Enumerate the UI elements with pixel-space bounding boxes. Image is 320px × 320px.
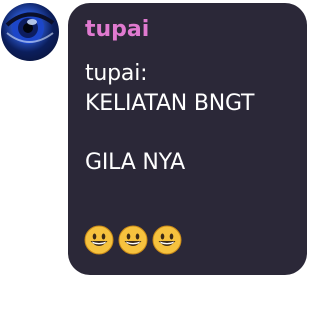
avatar-eye-image xyxy=(5,12,55,44)
message-bubble: tupai tupai: KELIATAN BNGT GILA NYA xyxy=(68,3,307,275)
message-text: tupai: KELIATAN BNGT GILA NYA xyxy=(85,59,297,177)
grinning-face-icon xyxy=(118,225,148,255)
sender-name[interactable]: tupai xyxy=(85,16,149,44)
message-line: tupai: xyxy=(85,61,148,86)
message-line: GILA NYA xyxy=(85,149,185,175)
grinning-face-icon xyxy=(84,225,114,255)
emoji-row xyxy=(84,225,182,255)
grinning-face-icon xyxy=(152,225,182,255)
message-line: KELIATAN BNGT xyxy=(85,90,255,116)
avatar[interactable] xyxy=(1,3,59,61)
